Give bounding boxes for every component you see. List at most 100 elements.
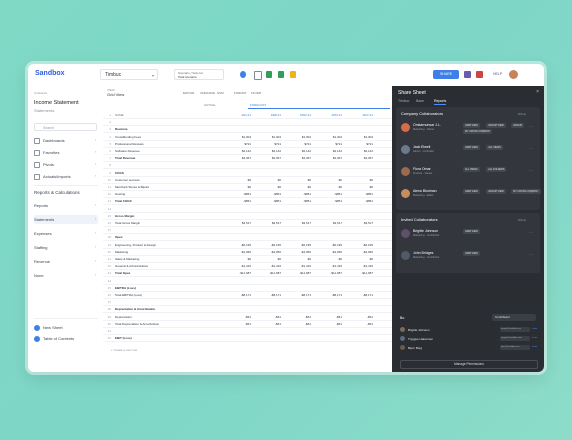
table-cell[interactable]: -$51 <box>219 314 251 320</box>
permission-pill[interactable]: ALL VIEWS <box>486 145 503 150</box>
table-cell[interactable]: $0 <box>310 184 342 190</box>
sidebar-item-favorites[interactable]: Favorites › <box>34 148 98 157</box>
invite-tag[interactable]: Invite <box>532 337 537 339</box>
table-cell[interactable]: -$8,171 <box>219 292 251 298</box>
slides-icon[interactable] <box>290 71 296 78</box>
table-cell[interactable]: $1,304 <box>219 134 251 140</box>
table-cell[interactable]: -$8,171 <box>249 292 281 298</box>
table-cell[interactable]: $721 <box>219 141 251 147</box>
permission-pill[interactable]: ALL VIEWS <box>463 167 480 172</box>
table-cell[interactable]: $2,142 <box>249 148 281 154</box>
new-sheet-button[interactable]: New Sheet <box>34 323 98 332</box>
table-cell[interactable]: -$51 <box>310 321 342 327</box>
table-cell[interactable]: -$51 <box>310 314 342 320</box>
row-name[interactable]: Customer success <box>115 177 140 183</box>
more-icon[interactable]: ⋯ <box>529 252 533 257</box>
sidebar-item-actuals-imports[interactable]: Actuals/Imports › <box>34 172 98 181</box>
row-name[interactable]: Engineering, Product & Design <box>115 242 156 248</box>
table-cell[interactable]: $4,367 <box>310 155 342 161</box>
table-cell[interactable]: -$11,687 <box>341 270 373 276</box>
table-cell[interactable]: $0 <box>249 184 281 190</box>
row-name[interactable]: Total COGS <box>115 198 132 204</box>
table-cell[interactable]: -$1,416 <box>310 263 342 269</box>
row-name[interactable]: Sales & Marketing <box>115 256 139 262</box>
permission-pill[interactable]: GRID VIEW <box>463 189 480 194</box>
table-cell[interactable]: $3,517 <box>310 220 342 226</box>
table-cell[interactable]: -$6,195 <box>279 242 311 248</box>
invite-tag[interactable]: Invite <box>532 346 537 348</box>
view-selector[interactable]: VIEW Grid View <box>107 88 124 97</box>
table-cell[interactable]: -$51 <box>341 314 373 320</box>
table-cell[interactable]: $4,367 <box>249 155 281 161</box>
collaborator-row[interactable]: Jack Elwell Admin · Controller GRID VIEW AL… <box>401 143 535 167</box>
permission-pill[interactable]: GRID VIEW <box>463 229 480 234</box>
sidebar-item-none[interactable]: None › <box>34 271 98 280</box>
table-cell[interactable]: -$851 <box>279 191 311 197</box>
row-name[interactable]: Depreciation <box>115 314 132 320</box>
document-icon[interactable] <box>254 71 262 80</box>
more-icon[interactable]: ⋯ <box>529 168 533 173</box>
row-name[interactable]: EBIT (Loss) <box>115 335 132 341</box>
row-name[interactable]: Total Depreciation & Amortization <box>115 321 159 327</box>
row-name[interactable]: Professional Reviews <box>115 141 144 147</box>
row-name[interactable]: Opex <box>115 234 123 240</box>
sidebar-item-reports[interactable]: Reports › <box>34 201 98 210</box>
manage-permissions-button[interactable]: Manage Permissions <box>400 360 538 369</box>
permission-pill[interactable]: MY CROSS COMPANY <box>463 129 493 134</box>
user-avatar[interactable] <box>509 70 518 79</box>
invite-tag[interactable]: Invite <box>532 328 537 330</box>
table-cell[interactable]: -$51 <box>219 321 251 327</box>
table-cell[interactable]: $0 <box>341 256 373 262</box>
table-cell[interactable]: -$11,687 <box>279 270 311 276</box>
table-cell[interactable]: -$11,687 <box>310 270 342 276</box>
table-cell[interactable]: $0 <box>341 177 373 183</box>
permission-pill[interactable]: ALL FOLDERS <box>486 167 507 172</box>
table-cell[interactable]: -$1,416 <box>249 263 281 269</box>
sheets-icon[interactable] <box>278 71 284 78</box>
toolbar-filter[interactable]: FILTER <box>251 91 261 95</box>
table-cell[interactable]: $2,142 <box>310 148 342 154</box>
sheet-title[interactable]: Income Statement <box>34 100 79 106</box>
more-icon[interactable]: ⋯ <box>529 124 533 129</box>
table-cell[interactable]: MAY-21 <box>341 112 373 118</box>
sidebar-item-statements[interactable]: Statements › <box>34 215 98 224</box>
table-cell[interactable]: $3,517 <box>341 220 373 226</box>
table-cell[interactable]: -$8,171 <box>310 292 342 298</box>
table-cell[interactable]: -$8,171 <box>341 292 373 298</box>
scenario-select[interactable]: Scenario / Sub-cat Total scenario <box>174 69 224 80</box>
row-name[interactable]: COGS <box>115 170 124 176</box>
permission-pill[interactable]: MY CROSS COMPANY <box>511 189 541 194</box>
row-name[interactable]: General & Administrative <box>115 263 148 269</box>
row-name[interactable]: Merchant Stores & Banks <box>115 184 149 190</box>
tab-timbuc[interactable]: Timbuc <box>398 99 409 103</box>
table-cell[interactable]: -$851 <box>341 191 373 197</box>
row-name[interactable]: Total Gross Margin <box>115 220 140 226</box>
collaborator-row[interactable]: Flora Omar Finance · Viewer ALL VIEWS ALL F… <box>401 165 535 189</box>
permission-pill[interactable]: GRID VIEW <box>463 123 480 128</box>
table-cell[interactable]: -$851 <box>219 198 251 204</box>
table-cell[interactable]: $0 <box>279 177 311 183</box>
table-cell[interactable]: $2,142 <box>341 148 373 154</box>
permission-pill[interactable]: GROUP VIEW <box>486 123 506 128</box>
table-cell[interactable]: -$4,050 <box>341 249 373 255</box>
table-cell[interactable]: $1,304 <box>310 134 342 140</box>
search-input[interactable]: Search <box>34 123 97 131</box>
table-cell[interactable]: $1,304 <box>341 134 373 140</box>
table-cell[interactable]: $0 <box>310 256 342 262</box>
invitee-row[interactable]: Brigitte Johnson brigitte@sandbox.com Invi… <box>400 326 538 334</box>
table-cell[interactable]: $3,517 <box>219 220 251 226</box>
row-name[interactable]: Total Revenue <box>115 155 135 161</box>
sidebar-item-dashboards[interactable]: Dashboards › <box>34 136 98 145</box>
table-cell[interactable]: $1,304 <box>249 134 281 140</box>
sidebar-item-pivots[interactable]: Pivots › <box>34 160 98 169</box>
row-name[interactable]: Software Revenue <box>115 148 140 154</box>
collaborator-row[interactable]: John Bridges Marketing · Contributor GRID … <box>401 249 535 273</box>
table-cell[interactable]: $1,304 <box>279 134 311 140</box>
row-name[interactable]: Hosting <box>115 191 125 197</box>
table-cell[interactable]: $0 <box>219 256 251 262</box>
workspace-select[interactable]: Timbuc ▾ <box>100 69 158 80</box>
table-cell[interactable]: $0 <box>279 184 311 190</box>
toolbar-variance[interactable]: VARIANCE <box>200 91 215 95</box>
excel-icon[interactable] <box>266 71 272 78</box>
table-cell[interactable]: -$11,687 <box>219 270 251 276</box>
